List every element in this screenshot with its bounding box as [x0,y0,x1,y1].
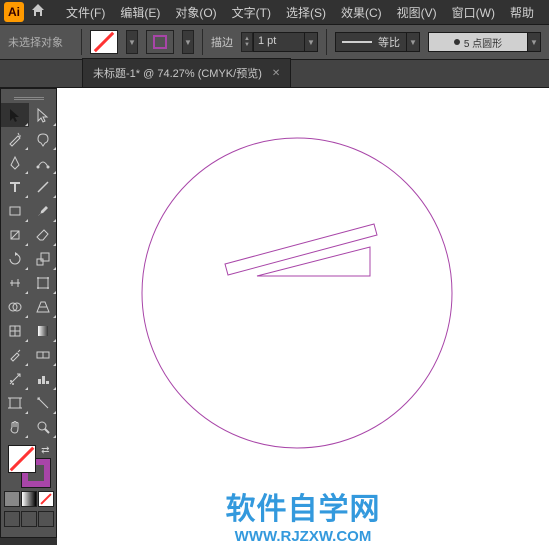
rectangle-tool[interactable] [1,199,29,223]
perspective-tool[interactable] [29,295,57,319]
menu-type[interactable]: 文字(T) [226,2,277,23]
type-tool[interactable] [1,175,29,199]
separator [202,29,203,55]
stroke-dropdown[interactable]: ▼ [182,30,194,54]
menu-object[interactable]: 对象(O) [169,2,222,23]
mesh-tool[interactable] [1,319,29,343]
selection-tool[interactable] [1,103,29,127]
separator [326,29,327,55]
color-mode-none[interactable] [38,491,54,507]
control-bar: 未选择对象 ▼ ▼ 描边 ▲▼ 1 pt ▼ 等比 ▼ 5 点圆形 ▼ [0,24,549,60]
free-transform-tool[interactable] [29,271,57,295]
shaper-tool[interactable] [1,223,29,247]
brush-dot-icon [454,39,460,45]
menu-view[interactable]: 视图(V) [391,2,443,23]
blend-tool[interactable] [29,343,57,367]
document-tab[interactable]: 未标题-1* @ 74.27% (CMYK/预览) ✕ [82,58,291,87]
tools-panel: ⇄ [0,88,57,538]
lasso-tool[interactable] [29,127,57,151]
symbol-sprayer-tool[interactable] [1,367,29,391]
menu-help[interactable]: 帮助 [504,2,540,23]
document-tab-bar: 未标题-1* @ 74.27% (CMYK/预览) ✕ [0,60,549,88]
parallelogram-shape [225,224,377,275]
stroke-weight-dropdown[interactable]: ▼ [304,32,318,52]
app-icon: Ai [4,2,24,22]
menu-edit[interactable]: 编辑(E) [114,2,166,23]
profile-label: 等比 [378,34,400,50]
rotate-tool[interactable] [1,247,29,271]
separator [81,29,82,55]
menu-effect[interactable]: 效果(C) [335,2,388,23]
profile-dropdown[interactable]: ▼ [406,32,420,52]
width-tool[interactable] [1,271,29,295]
home-icon[interactable] [30,2,46,23]
direct-selection-tool[interactable] [29,103,57,127]
app-title-bar: Ai 文件(F) 编辑(E) 对象(O) 文字(T) 选择(S) 效果(C) 视… [0,0,549,24]
slice-tool[interactable] [29,391,57,415]
stroke-weight-input[interactable]: 1 pt [253,32,305,52]
color-mode-solid[interactable] [4,491,20,507]
brush-preview[interactable]: 5 点圆形 [428,32,528,52]
eyedropper-tool[interactable] [1,343,29,367]
swap-fill-stroke-icon[interactable]: ⇄ [41,445,49,456]
menu-file[interactable]: 文件(F) [60,2,111,23]
brush-label: 5 点圆形 [464,35,502,50]
fill-swatch[interactable] [90,30,118,54]
curvature-tool[interactable] [29,151,57,175]
draw-inside[interactable] [38,511,54,527]
scale-tool[interactable] [29,247,57,271]
artboard-tool[interactable] [1,391,29,415]
menu-select[interactable]: 选择(S) [280,2,332,23]
brush-dropdown[interactable]: ▼ [527,32,541,52]
fill-color-swatch[interactable] [8,445,36,473]
panel-handle[interactable] [1,93,56,103]
document-tab-title: 未标题-1* @ 74.27% (CMYK/预览) [93,65,262,81]
profile-select[interactable]: 等比 [335,32,407,52]
paintbrush-tool[interactable] [29,199,57,223]
zoom-tool[interactable] [29,415,57,439]
watermark-url: WWW.RJZXW.COM [57,528,549,545]
magic-wand-tool[interactable] [1,127,29,151]
pen-tool[interactable] [1,151,29,175]
gradient-tool[interactable] [29,319,57,343]
eraser-tool[interactable] [29,223,57,247]
fill-stroke-block: ⇄ [1,439,56,537]
watermark: 软件自学网 WWW.RJZXW.COM [57,484,549,545]
shape-builder-tool[interactable] [1,295,29,319]
menu-window[interactable]: 窗口(W) [446,2,501,23]
stroke-swatch[interactable] [146,30,174,54]
watermark-title: 软件自学网 [57,484,549,528]
draw-behind[interactable] [21,511,37,527]
draw-normal[interactable] [4,511,20,527]
artwork [57,88,549,545]
fill-dropdown[interactable]: ▼ [126,30,138,54]
main-menu: 文件(F) 编辑(E) 对象(O) 文字(T) 选择(S) 效果(C) 视图(V… [60,2,540,23]
line-segment-tool[interactable] [29,175,57,199]
stroke-label: 描边 [211,34,233,50]
circle-shape [142,138,452,448]
close-icon[interactable]: ✕ [272,68,280,79]
column-graph-tool[interactable] [29,367,57,391]
selection-status: 未选择对象 [8,34,63,50]
hand-tool[interactable] [1,415,29,439]
stroke-weight-stepper[interactable]: ▲▼ [241,32,253,52]
canvas[interactable]: 软件自学网 WWW.RJZXW.COM [57,88,549,545]
color-mode-gradient[interactable] [21,491,37,507]
